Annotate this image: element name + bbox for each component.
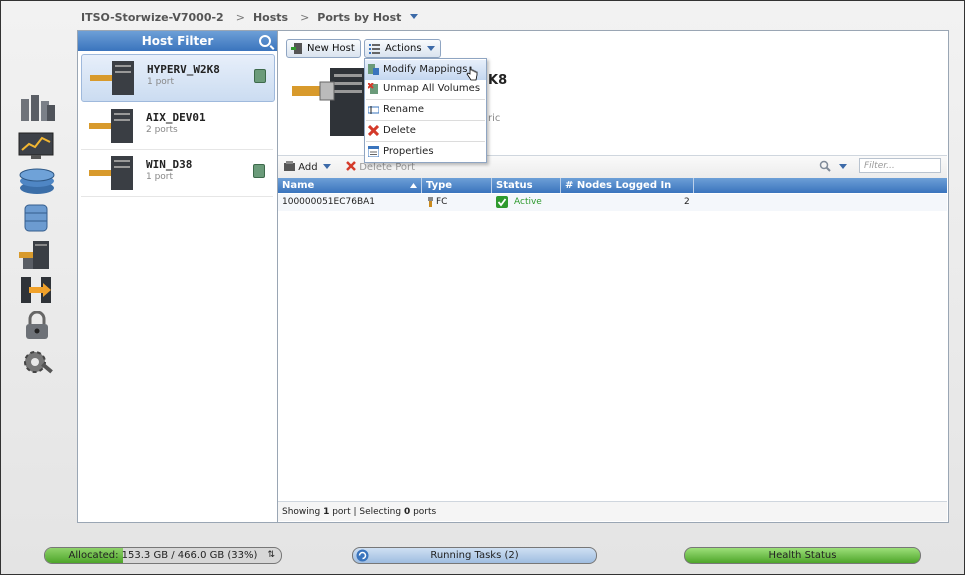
new-host-icon (291, 43, 302, 54)
host-port-count: 1 port (146, 172, 174, 182)
allocated-capacity-bar[interactable]: Allocated: 153.3 GB / 466.0 GB (33%) ⇅ (44, 547, 282, 564)
chevron-down-icon (426, 46, 435, 51)
nav-home-icon[interactable] (17, 93, 57, 123)
host-name: WIN_D38 (146, 158, 193, 171)
host-subtitle: ric (488, 113, 501, 124)
chevron-down-icon[interactable] (839, 164, 847, 169)
search-icon[interactable] (259, 35, 271, 47)
add-port-button[interactable]: Add (284, 161, 331, 173)
nav-copy-services-icon[interactable] (17, 275, 57, 305)
toggle-arrows-icon[interactable]: ⇅ (267, 548, 275, 563)
nav-settings-icon[interactable] (17, 348, 57, 378)
host-large-icon (292, 68, 366, 136)
rename-icon (368, 106, 379, 114)
nav-pools-icon[interactable] (17, 166, 57, 196)
chevron-down-icon (322, 164, 331, 169)
breadcrumb-separator: > (300, 11, 310, 24)
health-status-bar[interactable]: Health Status (684, 547, 921, 564)
column-header-status[interactable]: Status (492, 178, 561, 193)
add-port-icon (284, 161, 295, 171)
delete-icon (368, 125, 379, 136)
breadcrumb-section[interactable]: Hosts (253, 11, 288, 24)
properties-icon (368, 146, 379, 157)
host-title: K8 (488, 73, 508, 88)
breadcrumb-system[interactable]: ITSO-Storwize-V7000-2 (81, 11, 224, 24)
new-host-button[interactable]: New Host (286, 39, 361, 58)
table-row[interactable]: 100000051EC76BA1 FC Active 2 (278, 194, 947, 212)
host-item-aix-dev01[interactable]: AIX_DEV01 2 ports (81, 103, 273, 150)
port-name: 100000051EC76BA1 (282, 197, 376, 207)
host-item-hyperv-w2k8[interactable]: HYPERV_W2K8 1 port (81, 54, 275, 102)
allocated-label: Allocated: 153.3 GB / 466.0 GB (33%) (68, 550, 258, 561)
breadcrumb-page[interactable]: Ports by Host (317, 11, 401, 24)
running-tasks-label: Running Tasks (2) (430, 550, 519, 561)
menu-item-modify-mappings[interactable]: Modify Mappings (365, 60, 486, 81)
mapped-volume-icon (254, 69, 266, 83)
host-filter-title: Host Filter (141, 34, 214, 48)
nav-hosts-icon[interactable] (17, 240, 57, 270)
new-host-label: New Host (307, 43, 355, 54)
modify-mappings-icon (368, 64, 379, 75)
unmap-volumes-icon (368, 83, 378, 94)
mapped-volume-icon (253, 164, 265, 178)
column-header-name[interactable]: Name (278, 178, 422, 193)
menu-item-label: Modify Mappings (383, 64, 468, 75)
footer-text: port | Selecting (329, 507, 404, 517)
add-port-label: Add (298, 162, 318, 173)
delete-port-label: Delete Port (359, 162, 416, 173)
host-server-icon (90, 61, 134, 95)
column-header-nodes[interactable]: # Nodes Logged In (561, 178, 694, 193)
actions-button[interactable]: Actions (364, 39, 441, 58)
refresh-icon (356, 549, 369, 562)
menu-item-label: Rename (383, 104, 425, 115)
menu-item-label: Delete (383, 125, 416, 136)
filter-input[interactable]: Filter... (859, 158, 941, 173)
sort-ascending-icon (410, 183, 417, 188)
host-port-count: 2 ports (146, 125, 178, 135)
breadcrumb-separator: > (235, 11, 245, 24)
footer-text: ports (410, 507, 437, 517)
table-footer: Showing 1 port | Selecting 0 ports (278, 501, 947, 521)
port-nodes-logged-in: 2 (684, 197, 690, 207)
port-status: Active (514, 197, 542, 207)
menu-item-label: Unmap All Volumes (383, 83, 481, 94)
host-filter-panel: Host Filter HYPERV_W2K8 1 port AIX_DEV01… (77, 30, 278, 523)
nav-volumes-icon[interactable] (17, 203, 57, 233)
host-server-icon (89, 109, 133, 143)
column-header-type[interactable]: Type (422, 178, 492, 193)
list-icon (369, 44, 380, 54)
breadcrumb: ITSO-Storwize-V7000-2 > Hosts > Ports by Hos… (81, 11, 422, 24)
column-name-label: Name (282, 180, 315, 191)
running-tasks-bar[interactable]: Running Tasks (2) (352, 547, 597, 564)
menu-item-label: Properties (383, 146, 434, 157)
host-filter-header: Host Filter (78, 31, 277, 51)
host-name: HYPERV_W2K8 (147, 63, 220, 76)
nav-monitoring-icon[interactable] (17, 130, 57, 160)
host-item-win-d38[interactable]: WIN_D38 1 port (81, 150, 273, 197)
chevron-down-icon[interactable] (410, 14, 419, 19)
menu-item-unmap-all-volumes[interactable]: Unmap All Volumes (365, 79, 486, 99)
nav-access-icon[interactable] (17, 310, 57, 341)
fc-port-icon (428, 197, 433, 207)
host-name: AIX_DEV01 (146, 111, 206, 124)
menu-item-rename[interactable]: Rename (365, 100, 486, 120)
search-icon[interactable] (819, 160, 831, 172)
menu-item-delete[interactable]: Delete (365, 121, 486, 141)
delete-icon (346, 161, 356, 171)
host-server-icon (89, 156, 133, 190)
host-port-count: 1 port (147, 77, 175, 87)
active-status-icon (496, 196, 508, 208)
menu-item-properties[interactable]: Properties (365, 142, 486, 162)
health-status-label: Health Status (768, 550, 837, 561)
port-type: FC (436, 197, 448, 207)
ports-table-header: Name Type Status # Nodes Logged In (278, 178, 947, 193)
footer-text: Showing (282, 507, 324, 517)
actions-label: Actions (385, 43, 422, 54)
ports-table-body (278, 211, 947, 501)
actions-menu: Modify Mappings Unmap All Volumes Rename… (364, 58, 487, 163)
